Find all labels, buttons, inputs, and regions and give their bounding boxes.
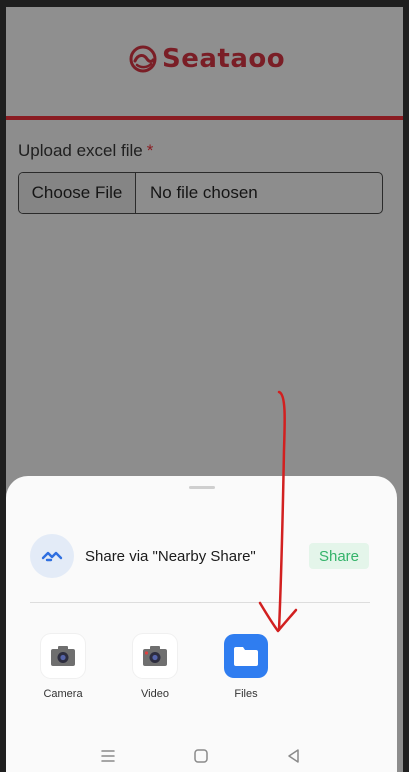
brand-logo: Seataoo <box>128 44 285 74</box>
seataoo-logo-icon <box>129 45 157 73</box>
app-label-files: Files <box>234 688 258 700</box>
nearby-share-glyph-icon <box>41 551 63 562</box>
status-bar-frame <box>0 0 409 7</box>
app-video[interactable]: Video <box>120 634 190 700</box>
required-marker: * <box>146 141 154 160</box>
video-camera-icon <box>133 634 177 678</box>
folder-icon <box>224 634 268 678</box>
home-icon[interactable] <box>191 746 211 766</box>
nearby-share-button[interactable]: Share <box>309 543 369 569</box>
share-app-row: Camera Video Files <box>6 634 397 704</box>
page-header: Seataoo <box>6 7 403 116</box>
nearby-share-row[interactable]: Share via "Nearby Share" Share <box>30 534 370 578</box>
nearby-share-icon <box>30 534 74 578</box>
back-icon[interactable] <box>284 746 304 766</box>
system-navigation-bar <box>6 738 397 772</box>
upload-label-text: Upload excel file <box>18 141 143 160</box>
upload-label: Upload excel file * <box>18 141 153 161</box>
sheet-drag-handle[interactable] <box>189 486 215 489</box>
sheet-divider <box>30 602 370 603</box>
choose-file-button[interactable]: Choose File <box>19 173 136 213</box>
app-camera[interactable]: Camera <box>28 634 98 700</box>
camera-icon <box>41 634 85 678</box>
menu-icon[interactable] <box>98 746 118 766</box>
app-label-video: Video <box>141 688 169 700</box>
app-label-camera: Camera <box>43 688 83 700</box>
header-accent-line <box>6 116 403 120</box>
brand-name: Seataoo <box>162 44 286 74</box>
nearby-share-text: Share via "Nearby Share" <box>85 547 256 565</box>
screen-edge-right <box>403 0 409 772</box>
app-files[interactable]: Files <box>211 634 281 700</box>
share-sheet: Share via "Nearby Share" Share Camera Vi… <box>6 476 397 772</box>
file-status-text: No file chosen <box>150 183 258 202</box>
phone-screen: Seataoo Upload excel file * Choose File N… <box>0 0 409 772</box>
file-input[interactable]: Choose File No file chosen <box>18 172 383 214</box>
